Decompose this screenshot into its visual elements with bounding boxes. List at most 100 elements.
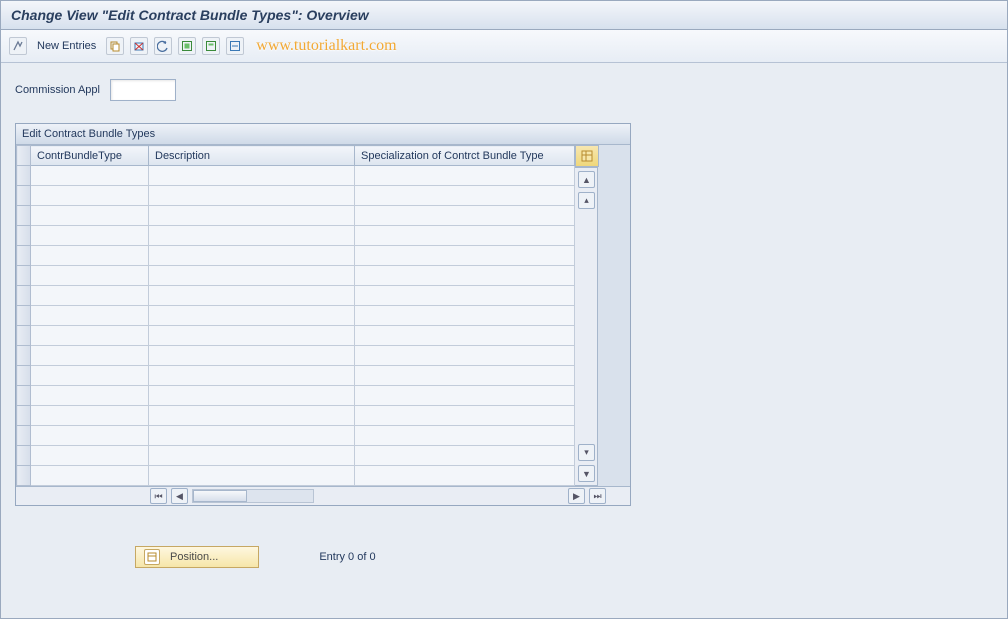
vertical-scrollbar[interactable]: ▲ ▴ ▾ ▼ xyxy=(575,167,598,486)
cell-contrbundletype[interactable] xyxy=(31,426,149,446)
scroll-last-icon[interactable]: ⏭ xyxy=(589,488,606,504)
scroll-left-icon[interactable]: ◀ xyxy=(171,488,188,504)
row-selector[interactable] xyxy=(17,246,31,266)
row-selector[interactable] xyxy=(17,326,31,346)
row-selector[interactable] xyxy=(17,446,31,466)
row-selector[interactable] xyxy=(17,306,31,326)
cell-description[interactable] xyxy=(149,226,355,246)
hscroll-track[interactable] xyxy=(192,489,314,503)
row-selector[interactable] xyxy=(17,186,31,206)
row-selector[interactable] xyxy=(17,346,31,366)
cell-specialization[interactable] xyxy=(355,386,575,406)
cell-contrbundletype[interactable] xyxy=(31,246,149,266)
table-row[interactable] xyxy=(17,206,575,226)
position-button[interactable]: Position... xyxy=(135,546,259,568)
cell-description[interactable] xyxy=(149,186,355,206)
row-selector-header[interactable] xyxy=(17,146,31,166)
table-row[interactable] xyxy=(17,406,575,426)
scroll-page-up-icon[interactable]: ▴ xyxy=(578,192,595,209)
cell-specialization[interactable] xyxy=(355,246,575,266)
cell-description[interactable] xyxy=(149,366,355,386)
cell-description[interactable] xyxy=(149,166,355,186)
table-row[interactable] xyxy=(17,246,575,266)
row-selector[interactable] xyxy=(17,426,31,446)
undo-icon[interactable] xyxy=(154,37,172,55)
cell-specialization[interactable] xyxy=(355,426,575,446)
cell-contrbundletype[interactable] xyxy=(31,306,149,326)
cell-specialization[interactable] xyxy=(355,326,575,346)
table-row[interactable] xyxy=(17,286,575,306)
delete-icon[interactable] xyxy=(130,37,148,55)
table-row[interactable] xyxy=(17,466,575,486)
cell-specialization[interactable] xyxy=(355,186,575,206)
cell-contrbundletype[interactable] xyxy=(31,286,149,306)
cell-contrbundletype[interactable] xyxy=(31,386,149,406)
table-row[interactable] xyxy=(17,426,575,446)
table-row[interactable] xyxy=(17,226,575,246)
col-contrbundletype[interactable]: ContrBundleType xyxy=(31,146,149,166)
new-entries-button[interactable]: New Entries xyxy=(33,40,100,52)
cell-specialization[interactable] xyxy=(355,446,575,466)
row-selector[interactable] xyxy=(17,386,31,406)
scroll-first-icon[interactable]: ⏮ xyxy=(150,488,167,504)
cell-contrbundletype[interactable] xyxy=(31,226,149,246)
cell-contrbundletype[interactable] xyxy=(31,466,149,486)
table-row[interactable] xyxy=(17,386,575,406)
cell-description[interactable] xyxy=(149,346,355,366)
row-selector[interactable] xyxy=(17,406,31,426)
cell-contrbundletype[interactable] xyxy=(31,346,149,366)
table-row[interactable] xyxy=(17,366,575,386)
cell-description[interactable] xyxy=(149,246,355,266)
cell-description[interactable] xyxy=(149,286,355,306)
cell-contrbundletype[interactable] xyxy=(31,366,149,386)
cell-specialization[interactable] xyxy=(355,466,575,486)
cell-description[interactable] xyxy=(149,446,355,466)
cell-description[interactable] xyxy=(149,206,355,226)
row-selector[interactable] xyxy=(17,206,31,226)
copy-icon[interactable] xyxy=(106,37,124,55)
cell-description[interactable] xyxy=(149,466,355,486)
table-row[interactable] xyxy=(17,346,575,366)
cell-specialization[interactable] xyxy=(355,286,575,306)
cell-contrbundletype[interactable] xyxy=(31,406,149,426)
table-config-icon[interactable] xyxy=(575,145,599,167)
scroll-right-icon[interactable]: ▶ xyxy=(568,488,585,504)
hscroll-thumb[interactable] xyxy=(193,490,247,502)
horizontal-scrollbar[interactable]: ⏮ ◀ ▶ ⏭ xyxy=(16,486,630,505)
scroll-page-down-icon[interactable]: ▾ xyxy=(578,444,595,461)
cell-specialization[interactable] xyxy=(355,206,575,226)
cell-specialization[interactable] xyxy=(355,406,575,426)
table-row[interactable] xyxy=(17,306,575,326)
commission-appl-input[interactable] xyxy=(110,79,176,101)
cell-contrbundletype[interactable] xyxy=(31,186,149,206)
cell-specialization[interactable] xyxy=(355,226,575,246)
cell-contrbundletype[interactable] xyxy=(31,326,149,346)
cell-contrbundletype[interactable] xyxy=(31,166,149,186)
select-all-icon[interactable] xyxy=(178,37,196,55)
cell-contrbundletype[interactable] xyxy=(31,266,149,286)
table-row[interactable] xyxy=(17,266,575,286)
cell-contrbundletype[interactable] xyxy=(31,446,149,466)
cell-specialization[interactable] xyxy=(355,266,575,286)
col-specialization[interactable]: Specialization of Contrct Bundle Type xyxy=(355,146,575,166)
cell-contrbundletype[interactable] xyxy=(31,206,149,226)
scroll-up-icon[interactable]: ▲ xyxy=(578,171,595,188)
table-row[interactable] xyxy=(17,166,575,186)
row-selector[interactable] xyxy=(17,266,31,286)
select-block-icon[interactable] xyxy=(202,37,220,55)
cell-description[interactable] xyxy=(149,326,355,346)
cell-specialization[interactable] xyxy=(355,306,575,326)
row-selector[interactable] xyxy=(17,366,31,386)
row-selector[interactable] xyxy=(17,466,31,486)
cell-description[interactable] xyxy=(149,266,355,286)
cell-description[interactable] xyxy=(149,406,355,426)
cell-specialization[interactable] xyxy=(355,366,575,386)
row-selector[interactable] xyxy=(17,226,31,246)
row-selector[interactable] xyxy=(17,166,31,186)
table-row[interactable] xyxy=(17,186,575,206)
table-row[interactable] xyxy=(17,446,575,466)
cell-description[interactable] xyxy=(149,306,355,326)
cell-specialization[interactable] xyxy=(355,166,575,186)
cell-description[interactable] xyxy=(149,386,355,406)
deselect-all-icon[interactable] xyxy=(226,37,244,55)
